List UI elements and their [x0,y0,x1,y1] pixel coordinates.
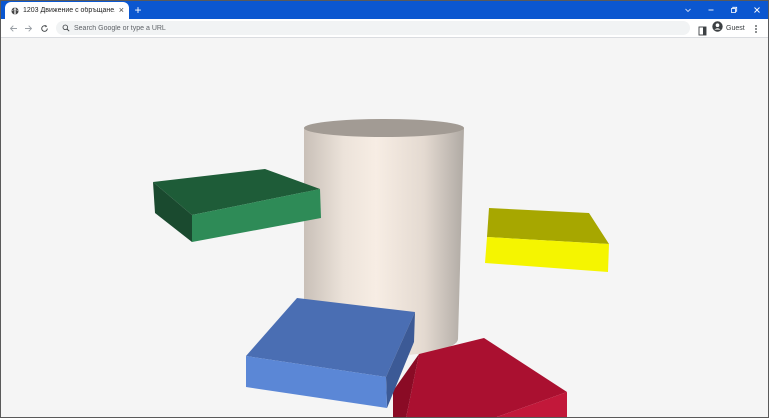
tab-strip: 1203 Движение с обръщане.html × + [1,1,768,19]
browser-tab[interactable]: 1203 Движение с обръщане.html × [5,2,129,19]
globe-icon [11,6,19,15]
reload-icon[interactable] [38,22,50,34]
blue-box [246,298,415,408]
plus-icon[interactable]: + [132,4,144,16]
green-box [153,169,321,242]
tab-title: 1203 Движение с обръщане.html [23,7,115,14]
profile-label: Guest [726,24,745,32]
yellow-box [485,208,609,272]
chevron-down-icon[interactable] [681,3,695,17]
minimize-icon[interactable] [704,3,718,17]
address-bar[interactable] [56,21,690,35]
forward-arrow-icon[interactable] [22,22,34,34]
scene-canvas[interactable] [1,38,768,417]
search-icon [62,24,70,32]
restore-icon[interactable] [727,3,741,17]
close-icon[interactable]: × [119,5,124,15]
browser-window: 1203 Движение с обръщане.html × + [0,0,769,418]
search-input[interactable] [74,22,674,34]
avatar-icon [712,19,723,37]
profile-button[interactable]: Guest [712,19,745,37]
web-content [1,38,768,417]
more-menu-icon[interactable] [753,22,759,34]
close-icon[interactable] [750,3,764,17]
side-panel-icon[interactable] [698,23,707,36]
browser-toolbar: Guest [1,19,768,38]
back-arrow-icon[interactable] [7,22,19,34]
